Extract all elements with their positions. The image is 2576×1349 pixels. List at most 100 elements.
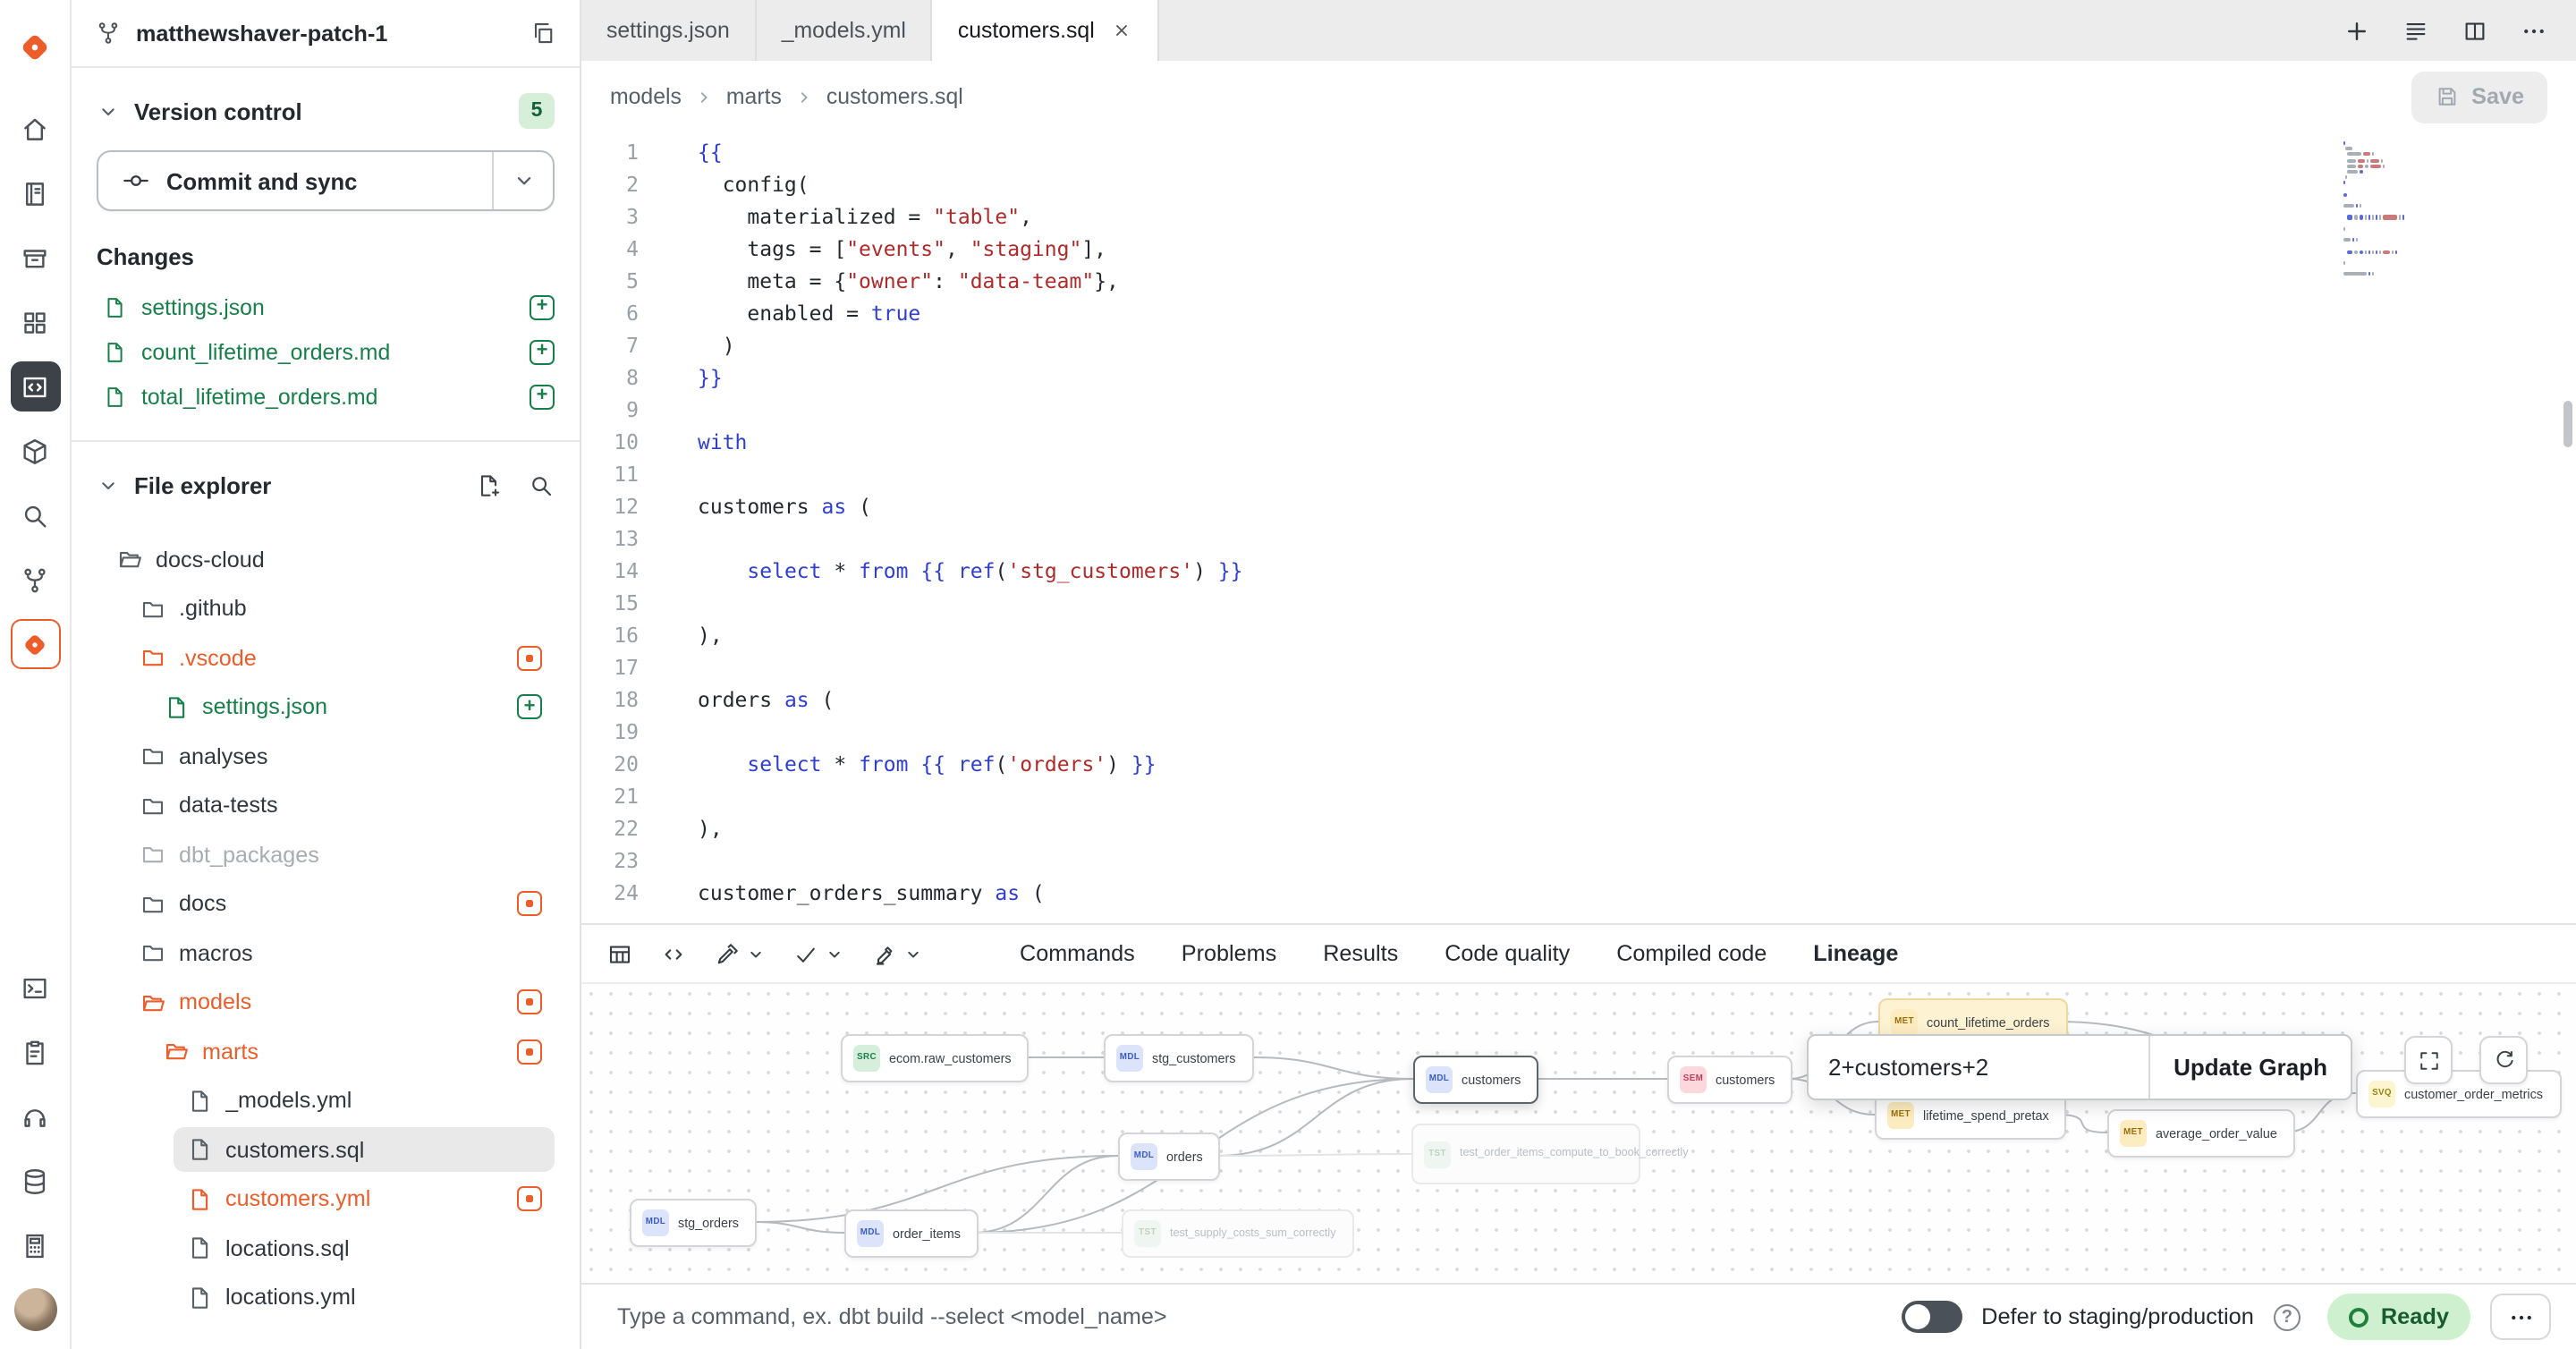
- panel-tab-code-quality[interactable]: Code quality: [1445, 941, 1570, 966]
- search-icon[interactable]: [10, 490, 60, 540]
- minimap[interactable]: [2343, 141, 2490, 278]
- breadcrumb-item[interactable]: customers.sql: [826, 84, 963, 109]
- lineage-node-metrics[interactable]: SVQcustomer_order_metrics: [2356, 1070, 2561, 1118]
- dbt-cloud-icon[interactable]: [10, 619, 60, 669]
- close-tab-icon[interactable]: [1111, 20, 1132, 41]
- search-icon[interactable]: [528, 471, 555, 498]
- notebook-icon[interactable]: [10, 168, 60, 218]
- chevron-down-icon[interactable]: [97, 99, 120, 123]
- tree-item[interactable]: models: [97, 978, 555, 1027]
- update-graph-button[interactable]: Update Graph: [2148, 1036, 2351, 1099]
- fullscreen-button[interactable]: [2404, 1036, 2453, 1084]
- changed-file-row[interactable]: settings.json+: [97, 284, 555, 329]
- clipboard-icon[interactable]: [10, 1027, 60, 1077]
- commit-options-button[interactable]: [492, 152, 553, 209]
- editor-menu-icon[interactable]: [2512, 9, 2555, 52]
- tree-item[interactable]: customers.sql: [97, 1125, 555, 1175]
- editor-tab-customers.sql[interactable]: customers.sql: [933, 0, 1159, 61]
- code-editor[interactable]: 123456789101112131415161718192021222324 …: [581, 132, 2576, 923]
- changed-file-row[interactable]: count_lifetime_orders.md+: [97, 329, 555, 374]
- tree-item[interactable]: settings.json+: [97, 683, 555, 732]
- tree-item[interactable]: docs-cloud: [97, 535, 555, 584]
- status-ready-badge[interactable]: Ready: [2327, 1294, 2470, 1340]
- package-icon[interactable]: [10, 426, 60, 476]
- panel-tab-commands[interactable]: Commands: [1020, 941, 1135, 966]
- highlighter-tool-button[interactable]: [871, 940, 923, 967]
- terminal-icon[interactable]: [10, 963, 60, 1013]
- lineage-node-test_supply[interactable]: TSTtest_supply_costs_sum_correctly: [1122, 1209, 1354, 1258]
- git-branch-icon[interactable]: [10, 555, 60, 605]
- panel-tab-problems[interactable]: Problems: [1182, 941, 1276, 966]
- chevron-down-icon[interactable]: [746, 944, 766, 963]
- tree-item[interactable]: locations.sql: [97, 1224, 555, 1273]
- check-tool-button[interactable]: [792, 940, 844, 967]
- chevron-down-icon[interactable]: [825, 944, 844, 963]
- new-file-icon[interactable]: [476, 471, 503, 498]
- command-input[interactable]: Type a command, ex. dbt build --select <…: [617, 1304, 1881, 1329]
- panel-tab-compiled-code[interactable]: Compiled code: [1616, 941, 1767, 966]
- editor-tab-settings.json[interactable]: settings.json: [581, 0, 757, 61]
- defer-toggle[interactable]: [1901, 1301, 1962, 1333]
- tree-item[interactable]: _models.yml: [97, 1076, 555, 1125]
- lineage-node-customers_sem[interactable]: SEMcustomers: [1667, 1056, 1792, 1104]
- folder-icon: [140, 743, 166, 770]
- lineage-node-raw_customers[interactable]: SRCecom.raw_customers: [841, 1034, 1030, 1082]
- lineage-node-stg_orders[interactable]: MDLstg_orders: [630, 1199, 757, 1247]
- tree-item[interactable]: docs: [97, 879, 555, 929]
- open-editors-icon[interactable]: [2394, 9, 2436, 52]
- new-tab-icon[interactable]: [2334, 9, 2377, 52]
- pipette-tool-button[interactable]: [714, 940, 766, 967]
- folder-icon: [140, 891, 166, 918]
- lineage-canvas[interactable]: 2+customers+2 Update Graph SRCecom.raw_c…: [581, 982, 2576, 1283]
- bottom-panel: Commands Problems Results Code quality Compi…: [581, 923, 2576, 1283]
- code-line: customer_orders_summary as (: [698, 877, 1243, 909]
- tree-item[interactable]: dbt_packages: [97, 830, 555, 879]
- split-editor-icon[interactable]: [2453, 9, 2496, 52]
- code-content[interactable]: {{ config( materialized = "table", tags …: [664, 132, 1243, 923]
- chevron-down-icon[interactable]: [97, 473, 120, 496]
- lineage-node-order_items[interactable]: MDLorder_items: [844, 1209, 979, 1258]
- breadcrumb-item[interactable]: marts: [726, 84, 782, 109]
- headset-icon[interactable]: [10, 1091, 60, 1141]
- lineage-node-test_order_items[interactable]: TSTtest_order_items_compute_to_book_corr…: [1411, 1124, 1640, 1184]
- panel-tab-lineage[interactable]: Lineage: [1813, 941, 1898, 966]
- save-button[interactable]: Save: [2411, 71, 2547, 123]
- tree-item[interactable]: marts: [97, 1027, 555, 1076]
- tree-item[interactable]: data-tests: [97, 781, 555, 830]
- lineage-selector-input[interactable]: 2+customers+2: [1809, 1036, 2148, 1099]
- more-options-button[interactable]: [2490, 1294, 2551, 1340]
- code-tool-button[interactable]: [660, 940, 687, 967]
- lineage-node-stg_customers[interactable]: MDLstg_customers: [1104, 1034, 1254, 1082]
- copy-branch-icon[interactable]: [530, 20, 556, 47]
- tree-item[interactable]: .github: [97, 584, 555, 633]
- code-editor-icon[interactable]: [10, 361, 60, 411]
- tree-item[interactable]: macros: [97, 929, 555, 978]
- user-avatar[interactable]: [13, 1288, 56, 1331]
- tree-item[interactable]: customers.yml: [97, 1175, 555, 1224]
- calculator-icon[interactable]: [10, 1220, 60, 1270]
- editor-tab-_models.yml[interactable]: _models.yml: [757, 0, 933, 61]
- lineage-node-customers[interactable]: MDLcustomers: [1413, 1056, 1538, 1104]
- tree-item[interactable]: analyses: [97, 732, 555, 781]
- database-icon[interactable]: [10, 1156, 60, 1206]
- tree-item[interactable]: locations.yml: [97, 1273, 555, 1322]
- help-icon[interactable]: ?: [2274, 1303, 2301, 1330]
- changed-file-row[interactable]: total_lifetime_orders.md+: [97, 374, 555, 419]
- chevron-down-icon[interactable]: [903, 944, 923, 963]
- refresh-graph-button[interactable]: [2479, 1036, 2528, 1084]
- tree-item[interactable]: .vscode: [97, 633, 555, 683]
- table-tool-button[interactable]: [606, 940, 633, 967]
- home-icon[interactable]: [10, 104, 60, 154]
- breadcrumb-item[interactable]: models: [610, 84, 682, 109]
- panel-tab-results[interactable]: Results: [1323, 941, 1398, 966]
- grid-icon[interactable]: [10, 297, 60, 347]
- scrollbar-thumb[interactable]: [2563, 401, 2572, 447]
- lineage-node-label: orders: [1166, 1149, 1203, 1165]
- lineage-node-orders[interactable]: MDLorders: [1118, 1133, 1221, 1181]
- dbt-logo[interactable]: [10, 21, 60, 72]
- lineage-node-avg_order[interactable]: METaverage_order_value: [2107, 1109, 2295, 1158]
- archive-icon[interactable]: [10, 233, 60, 283]
- added-marker: +: [517, 695, 542, 720]
- activity-rail: [0, 0, 72, 1349]
- commit-and-sync-button[interactable]: Commit and sync: [97, 150, 555, 211]
